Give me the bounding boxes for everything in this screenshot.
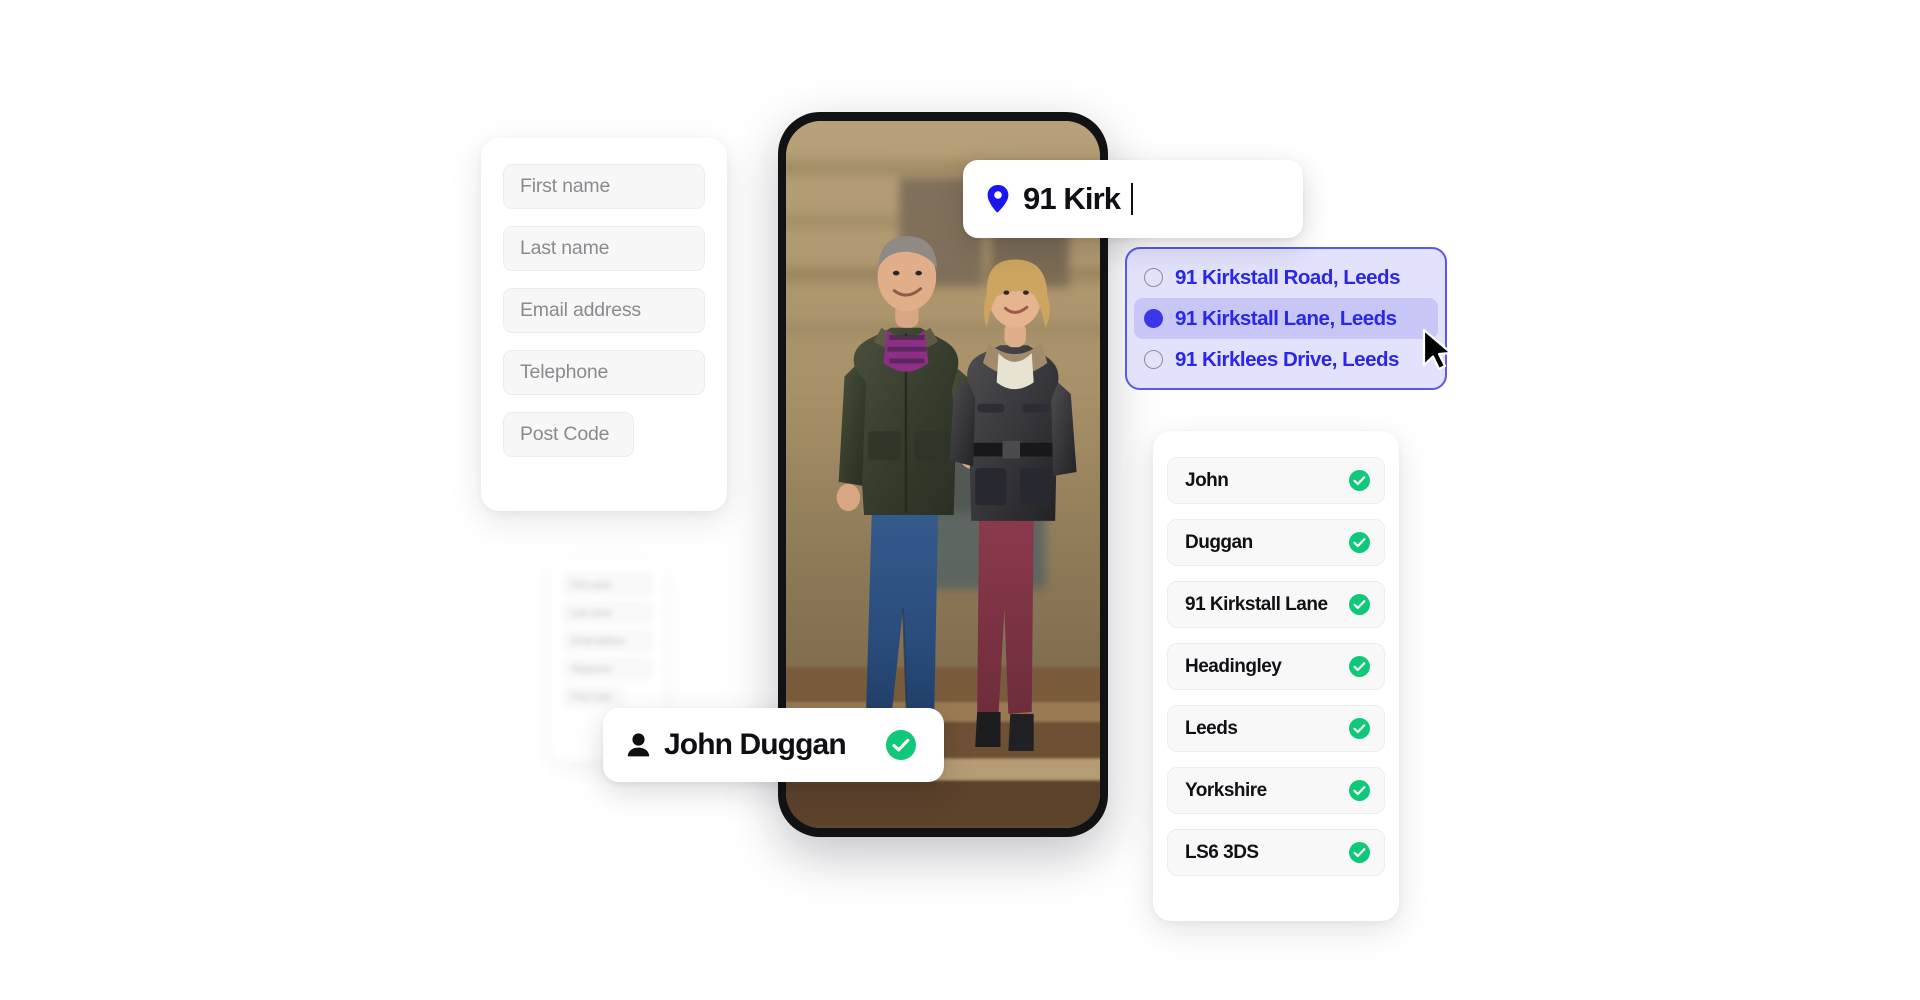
ghost-field-telephone: Telephone <box>563 658 652 679</box>
check-circle-icon <box>1349 656 1370 677</box>
check-circle-icon <box>1349 718 1370 739</box>
search-input-value[interactable]: 91 Kirk <box>1023 181 1121 217</box>
ghost-field-last-name: Last name <box>563 602 652 623</box>
verified-row-street: 91 Kirkstall Lane <box>1167 581 1385 628</box>
check-circle-icon <box>886 730 916 760</box>
telephone-field[interactable]: Telephone <box>503 350 705 395</box>
first-name-field[interactable]: First name <box>503 164 705 209</box>
verified-row-label: Yorkshire <box>1185 779 1267 801</box>
illustration-canvas: First name Last name Email address Telep… <box>0 0 1920 1000</box>
last-name-field[interactable]: Last name <box>503 226 705 271</box>
ghost-field-first-name: First name <box>563 574 652 595</box>
check-circle-icon <box>1349 532 1370 553</box>
verified-row-label: 91 Kirkstall Lane <box>1185 593 1328 615</box>
suggestion-option-1[interactable]: 91 Kirkstall Lane, Leeds <box>1134 298 1438 339</box>
verified-row-postcode: LS6 3DS <box>1167 829 1385 876</box>
verified-row-district: Headingley <box>1167 643 1385 690</box>
verified-fields-card: John Duggan 91 Kirkstall Lane Headingley… <box>1153 431 1399 921</box>
address-suggestions-dropdown[interactable]: 91 Kirkstall Road, Leeds 91 Kirkstall La… <box>1125 247 1447 390</box>
check-circle-icon <box>1349 594 1370 615</box>
text-caret <box>1131 183 1134 215</box>
check-circle-icon <box>1349 842 1370 863</box>
verified-row-label: Duggan <box>1185 531 1253 553</box>
verified-row-county: Yorkshire <box>1167 767 1385 814</box>
verified-row-first-name: John <box>1167 457 1385 504</box>
check-circle-icon <box>1349 470 1370 491</box>
verified-row-city: Leeds <box>1167 705 1385 752</box>
suggestion-option-2[interactable]: 91 Kirklees Drive, Leeds <box>1134 339 1438 380</box>
verified-row-label: Leeds <box>1185 717 1238 739</box>
suggestion-label: 91 Kirkstall Lane, Leeds <box>1175 306 1397 330</box>
verified-name-pill: John Duggan <box>603 708 944 782</box>
post-code-field[interactable]: Post Code <box>503 412 634 457</box>
suggestion-label: 91 Kirklees Drive, Leeds <box>1175 347 1399 371</box>
email-address-field[interactable]: Email address <box>503 288 705 333</box>
suggestion-option-0[interactable]: 91 Kirkstall Road, Leeds <box>1134 257 1438 298</box>
customer-details-form-card: First name Last name Email address Telep… <box>481 138 727 511</box>
address-search-bar[interactable]: 91 Kirk <box>963 160 1303 238</box>
verified-row-label: LS6 3DS <box>1185 841 1259 863</box>
ghost-field-post-code: Post Code <box>563 686 623 707</box>
radio-button-selected-icon[interactable] <box>1144 309 1163 328</box>
suggestion-label: 91 Kirkstall Road, Leeds <box>1175 265 1400 289</box>
verified-name-label: John Duggan <box>664 728 847 761</box>
ghost-field-email-address: Email address <box>563 630 652 651</box>
check-circle-icon <box>1349 780 1370 801</box>
radio-button-icon[interactable] <box>1144 350 1163 369</box>
verified-row-label: John <box>1185 469 1229 491</box>
verified-row-last-name: Duggan <box>1167 519 1385 566</box>
verified-row-label: Headingley <box>1185 655 1282 677</box>
location-pin-icon <box>987 185 1009 213</box>
person-icon <box>627 733 650 757</box>
radio-button-icon[interactable] <box>1144 268 1163 287</box>
